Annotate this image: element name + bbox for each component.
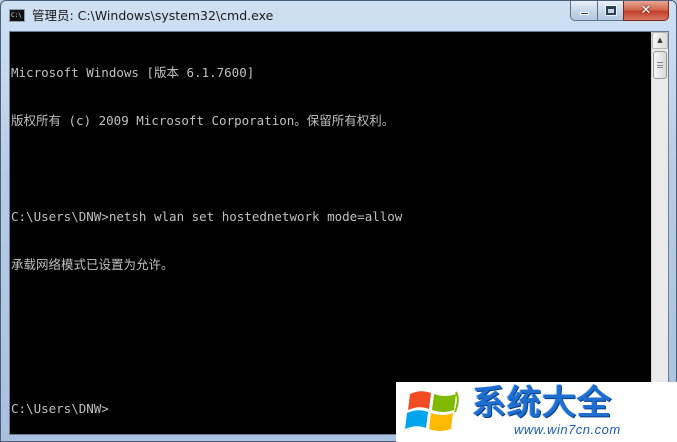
window-title: 管理员: C:\Windows\system32\cmd.exe	[32, 8, 274, 23]
close-icon: ✕	[640, 3, 652, 18]
close-button[interactable]: ✕	[623, 1, 669, 21]
minimize-icon	[580, 12, 589, 15]
scroll-up-button[interactable]: ▲	[652, 32, 668, 49]
maximize-icon	[605, 5, 617, 16]
caption-buttons: ✕	[570, 1, 669, 21]
console-line: 承载网络模式已设置为允许。	[11, 257, 174, 272]
grip-icon	[657, 62, 663, 68]
maximize-button[interactable]	[597, 1, 623, 21]
title-bar[interactable]: C:\ 管理员: C:\Windows\system32\cmd.exe ✕	[1, 1, 676, 31]
vertical-scrollbar[interactable]: ▲	[651, 32, 668, 434]
watermark-title: 系统大全	[472, 383, 612, 423]
watermark: 系统大全 www.win7cn.com	[396, 382, 677, 442]
cmd-console-icon[interactable]: C:\	[9, 9, 25, 22]
scrollbar-thumb[interactable]	[653, 51, 667, 79]
cmd-window: C:\ 管理员: C:\Windows\system32\cmd.exe ✕ M…	[0, 0, 677, 442]
console-line: 版权所有 (c) 2009 Microsoft Corporation。保留所有…	[11, 113, 395, 128]
console-line: C:\Users\DNW>netsh wlan set hostednetwor…	[11, 209, 403, 224]
app-icon-text: C:\	[11, 12, 22, 19]
watermark-url: www.win7cn.com	[514, 422, 621, 437]
console-output[interactable]: Microsoft Windows [版本 6.1.7600] 版权所有 (c)…	[10, 32, 651, 434]
windows-flag-logo	[405, 391, 459, 431]
arrow-up-icon: ▲	[657, 36, 663, 44]
console-client-area: Microsoft Windows [版本 6.1.7600] 版权所有 (c)…	[9, 31, 669, 435]
minimize-button[interactable]	[570, 1, 597, 21]
console-line: Microsoft Windows [版本 6.1.7600]	[11, 65, 255, 80]
